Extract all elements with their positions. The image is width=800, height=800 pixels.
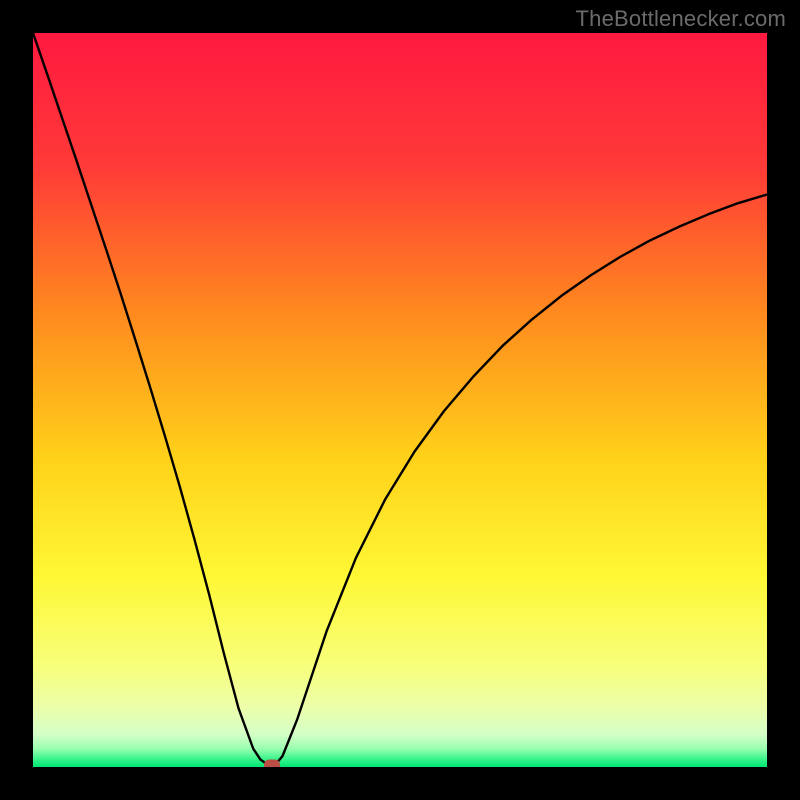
chart-frame: TheBottlenecker.com [0,0,800,800]
bottleneck-curve [33,33,767,765]
plot-area [33,33,767,767]
watermark-text: TheBottlenecker.com [576,6,786,32]
optimal-point-marker [264,760,280,767]
curve-layer [33,33,767,767]
